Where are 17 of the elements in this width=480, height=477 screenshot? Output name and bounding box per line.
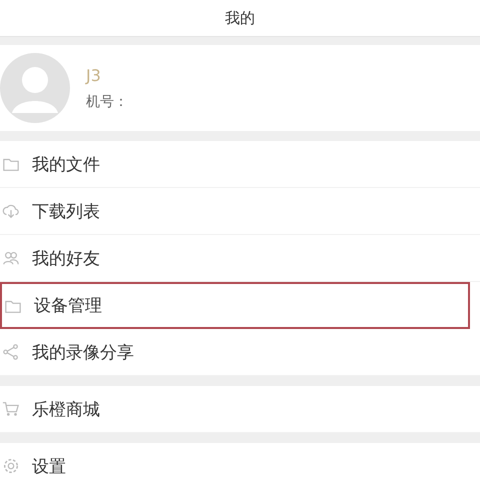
menu-item[interactable]: 我的文件 — [0, 141, 480, 188]
page-title: 我的 — [225, 8, 255, 28]
friends-icon — [2, 249, 20, 267]
settings-icon — [2, 457, 20, 475]
menu-item[interactable]: 设置 — [0, 443, 480, 477]
user-name: J3 — [86, 66, 102, 84]
menu-item[interactable]: 我的好友 — [0, 235, 480, 282]
avatar-icon — [0, 53, 70, 123]
cloud-download-icon — [2, 202, 20, 220]
menu-item[interactable]: 乐橙商城 — [0, 386, 480, 433]
phone-label: 机号： — [86, 92, 128, 110]
menu-item[interactable]: 下载列表 — [0, 188, 480, 235]
cart-icon — [2, 400, 20, 418]
profile-card[interactable]: J3 机号： — [0, 45, 480, 131]
share-icon — [2, 343, 20, 361]
menu-item[interactable]: 设备管理 — [0, 282, 470, 329]
menu-item[interactable]: 我的录像分享 — [0, 329, 480, 376]
